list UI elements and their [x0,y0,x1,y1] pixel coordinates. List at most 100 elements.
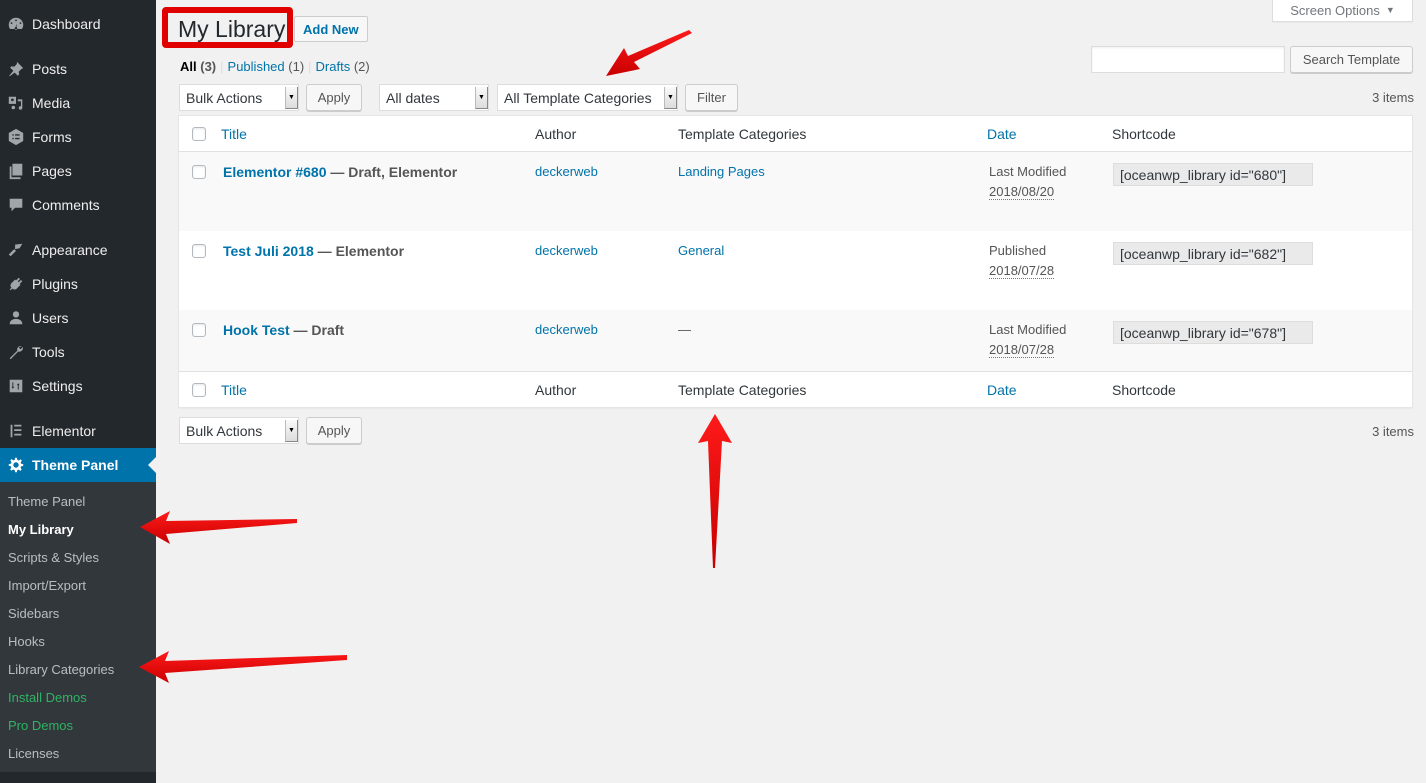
menu-label: Plugins [32,276,78,292]
menu-item-plugins[interactable]: Plugins [0,267,156,301]
view-count: (3) [200,59,217,74]
submenu-library-categories[interactable]: Library Categories [8,660,114,680]
arrow-to-my-library [140,511,297,544]
row-post-state: — Elementor [313,243,405,259]
bulk-actions-select-bottom[interactable]: Bulk Actions ▼ [179,417,299,444]
column-template-categories: Template Categories [678,126,807,142]
admin-sidebar: Dashboard Posts Media Forms Pages Commen… [0,0,156,783]
column-shortcode-bottom: Shortcode [1112,382,1176,398]
view-all[interactable]: All (3) [180,59,216,74]
view-label: All [180,59,197,74]
row-category-link[interactable]: Landing Pages [678,162,765,182]
user-icon [0,301,32,335]
filter-button[interactable]: Filter [685,84,738,111]
menu-item-appearance[interactable]: Appearance [0,233,156,267]
menu-label: Forms [32,129,72,145]
column-title-sort[interactable]: Title [221,116,247,152]
menu-label: Posts [32,61,68,77]
menu-item-forms[interactable]: Forms [0,120,156,154]
dropdown-arrow-icon: ▼ [285,87,298,109]
select-all-checkbox[interactable] [192,127,206,141]
row-category-empty: — [678,322,691,337]
column-date-sort[interactable]: Date [987,116,1017,152]
dates-filter-select[interactable]: All dates ▼ [379,84,489,111]
row-category-link[interactable]: General [678,241,724,261]
apply-button-top[interactable]: Apply [306,84,362,111]
search-template-button[interactable]: Search Template [1290,46,1413,73]
menu-item-elementor[interactable]: Elementor [0,414,156,448]
column-title-sort-bottom[interactable]: Title [221,372,247,408]
menu-item-settings[interactable]: Settings [0,369,156,403]
theme-panel-submenu: Theme Panel My Library Scripts & Styles … [0,482,156,772]
menu-item-media[interactable]: Media [0,86,156,120]
menu-item-users[interactable]: Users [0,301,156,335]
bulk-actions-select-top[interactable]: Bulk Actions ▼ [179,84,299,111]
add-new-button[interactable]: Add New [294,16,368,42]
row-title-cell: Test Juli 2018 — Elementor [223,241,404,261]
paintbrush-icon [0,233,32,267]
screen-options-button[interactable]: Screen Options ▼ [1272,0,1413,22]
shortcode-field[interactable] [1113,163,1313,186]
menu-item-theme-panel[interactable]: Theme Panel [0,448,156,482]
arrow-to-categories-column [698,414,732,568]
status-views: All (3) | Published (1) | Drafts (2) [180,59,370,74]
apply-button-bottom[interactable]: Apply [306,417,362,444]
column-template-categories-bottom: Template Categories [678,382,807,398]
view-published[interactable]: Published (1) [228,59,305,74]
dropdown-arrow-icon: ▼ [475,87,488,109]
row-title-link[interactable]: Test Juli 2018 [223,243,314,259]
select-value: All Template Categories [504,89,652,106]
row-title-link[interactable]: Elementor #680 [223,164,327,180]
menu-item-pages[interactable]: Pages [0,154,156,188]
submenu-install-demos[interactable]: Install Demos [8,688,87,708]
pin-icon [0,52,32,86]
elementor-icon [0,414,32,448]
view-label: Published [227,59,285,74]
date-value: 2018/08/20 [989,184,1055,200]
submenu-import-export[interactable]: Import/Export [8,576,86,596]
row-author-link[interactable]: deckerweb [535,162,598,182]
menu-label: Comments [32,197,100,213]
view-drafts[interactable]: Drafts (2) [316,59,370,74]
submenu-hooks[interactable]: Hooks [8,632,45,652]
date-label: Published [989,243,1047,258]
menu-label: Media [32,95,71,111]
row-post-state: — Draft [289,322,345,338]
shortcode-field[interactable] [1113,242,1313,265]
row-author-link[interactable]: deckerweb [535,241,598,261]
screen-options-label: Screen Options [1290,2,1380,18]
current-menu-pointer [148,457,156,473]
menu-item-dashboard[interactable]: Dashboard [0,7,156,41]
menu-item-posts[interactable]: Posts [0,52,156,86]
library-table: Title Author Template Categories Date Sh… [178,115,1413,408]
row-checkbox[interactable] [192,323,206,337]
submenu-pro-demos[interactable]: Pro Demos [8,716,73,736]
dropdown-arrow-icon: ▼ [664,87,677,109]
settings-icon [0,369,32,403]
column-author: Author [535,126,577,142]
submenu-licenses[interactable]: Licenses [8,744,59,764]
menu-item-comments[interactable]: Comments [0,188,156,222]
row-title-link[interactable]: Hook Test [223,322,290,338]
column-date-sort-bottom[interactable]: Date [987,372,1017,408]
template-categories-select[interactable]: All Template Categories ▼ [497,84,678,111]
select-value: All dates [386,89,440,106]
row-checkbox[interactable] [192,165,206,179]
submenu-scripts-styles[interactable]: Scripts & Styles [8,548,99,568]
submenu-theme-panel[interactable]: Theme Panel [8,492,85,512]
select-all-checkbox-bottom[interactable] [192,383,206,397]
table-row: Hook Test — Draft deckerweb — Last Modif… [179,310,1412,371]
date-label: Last Modified [989,164,1067,179]
menu-item-tools[interactable]: Tools [0,335,156,369]
submenu-my-library[interactable]: My Library [8,520,74,540]
table-header: Title Author Template Categories Date Sh… [179,116,1412,152]
row-author-link[interactable]: deckerweb [535,320,598,340]
items-count-bottom: 3 items [1372,424,1414,439]
view-label: Drafts [315,59,351,74]
submenu-sidebars[interactable]: Sidebars [8,604,59,624]
shortcode-field[interactable] [1113,321,1313,344]
items-count-top: 3 items [1372,90,1414,105]
row-checkbox[interactable] [192,244,206,258]
search-input[interactable] [1091,46,1285,73]
column-shortcode: Shortcode [1112,126,1176,142]
